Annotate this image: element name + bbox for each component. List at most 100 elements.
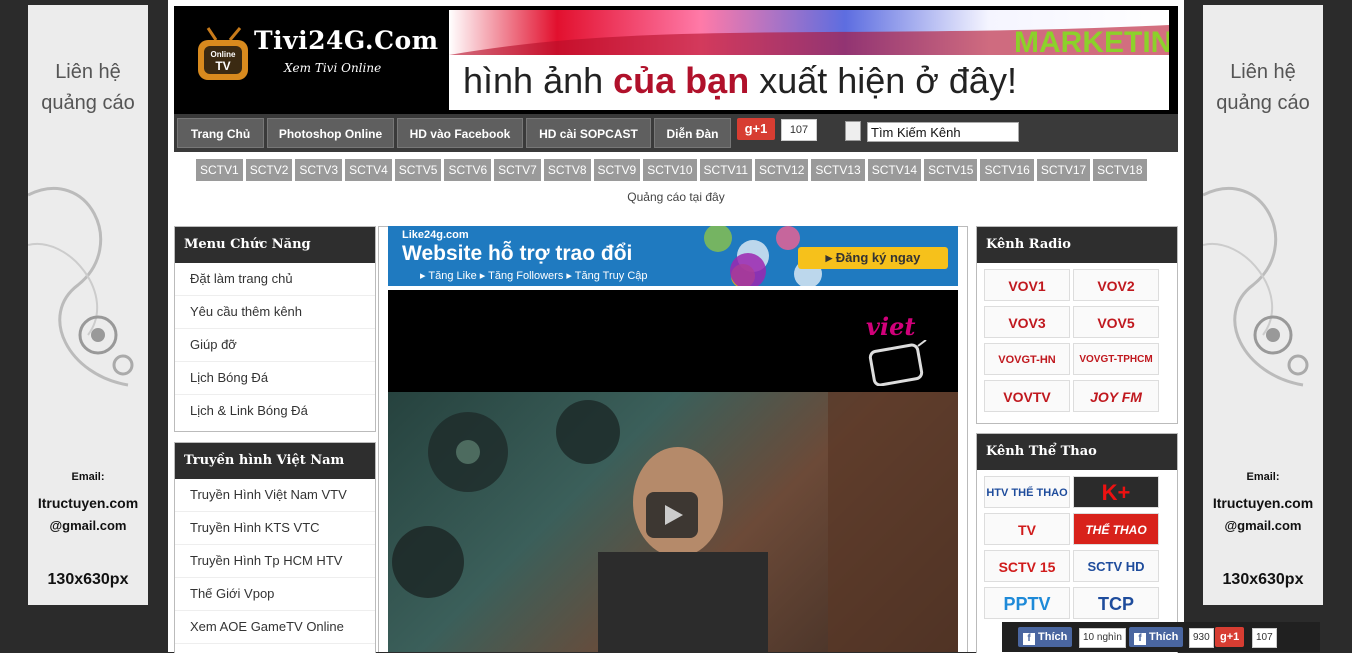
search-button[interactable] xyxy=(845,121,861,141)
email-label: Email: xyxy=(1246,471,1280,483)
channel-list: SCTV1 SCTV2 SCTV3 SCTV4 SCTV5 SCTV6 SCTV7 SCTV8… xyxy=(196,159,1150,183)
vietnam-tv-title: Truyền hình Việt Nam xyxy=(175,443,375,479)
sports-logo-sctvhd[interactable]: SCTV HD xyxy=(1073,550,1159,582)
sports-logo-pptv[interactable]: PPTV xyxy=(984,587,1070,619)
channel-link[interactable]: SCTV9 xyxy=(593,159,641,181)
right-side-ad[interactable]: Liên hệ quảng cáo Email: Itructuyen.com @… xyxy=(1203,5,1323,605)
channel-watermark: viet xyxy=(866,312,916,341)
channel-link[interactable]: SCTV6 xyxy=(444,159,492,181)
sports-logo-htv[interactable]: HTV THỂ THAO xyxy=(984,476,1070,508)
radio-logo-vovtv[interactable]: VOVTV xyxy=(984,380,1070,412)
menu-item-vtv[interactable]: Truyền Hình Việt Nam VTV xyxy=(175,479,375,512)
channel-link[interactable]: SCTV7 xyxy=(494,159,541,181)
radio-logo-vovgt-hn[interactable]: VOVGT-HN xyxy=(984,343,1070,375)
menu-item-football-links[interactable]: Lịch & Link Bóng Đá xyxy=(175,395,375,427)
function-menu-title: Menu Chức Năng xyxy=(175,227,375,263)
facebook-like-button[interactable]: f Thích xyxy=(1018,627,1073,647)
radio-logo-vov3[interactable]: VOV3 xyxy=(984,306,1070,338)
swirl-decoration xyxy=(1203,187,1309,387)
sports-logo-kplus[interactable]: K+ xyxy=(1073,476,1159,508)
facebook-like-count-2: 930 xyxy=(1189,628,1214,648)
channel-link[interactable]: SCTV12 xyxy=(755,159,809,181)
play-button[interactable] xyxy=(646,492,698,538)
gplus-count: 107 xyxy=(781,119,817,141)
nav-hd-sopcast[interactable]: HD cài SOPCAST xyxy=(526,118,651,148)
social-share-bar: f Thích 10 nghìn f Thích 930 g+1 107 xyxy=(1002,622,1320,652)
menu-item-help[interactable]: Giúp đỡ xyxy=(175,329,375,362)
nav-photoshop-online[interactable]: Photoshop Online xyxy=(267,118,394,148)
radio-logo-vov2[interactable]: VOV2 xyxy=(1073,269,1159,301)
facebook-like-count: 10 nghìn xyxy=(1079,628,1126,648)
nav-home[interactable]: Trang Chủ xyxy=(177,118,264,148)
channel-link[interactable]: SCTV16 xyxy=(980,159,1034,181)
facebook-icon: f xyxy=(1134,633,1146,645)
channel-link[interactable]: SCTV17 xyxy=(1036,159,1091,181)
banner-headline: hình ảnh của bạn xuất hiện ở đây! xyxy=(463,60,1017,101)
menu-item-football-schedule[interactable]: Lịch Bóng Đá xyxy=(175,362,375,395)
channel-link[interactable]: SCTV11 xyxy=(699,159,753,181)
contact-text: Liên hệ quảng cáo xyxy=(1216,61,1310,114)
gplus-share-button[interactable]: g+1 xyxy=(1215,627,1245,647)
channel-link[interactable]: SCTV13 xyxy=(811,159,865,181)
gplus-share-count: 107 xyxy=(1252,628,1277,648)
ad-size: 130x630px xyxy=(1222,571,1304,588)
channel-link[interactable]: SCTV10 xyxy=(643,159,697,181)
gplus-button[interactable]: g+1 xyxy=(737,118,775,140)
sports-logo-tcp[interactable]: TCP xyxy=(1073,587,1159,619)
menu-item-vtc[interactable]: Truyền Hình KTS VTC xyxy=(175,512,375,545)
email-line-1: Itructuyen.com xyxy=(1212,495,1314,511)
radio-logo-vov5[interactable]: VOV5 xyxy=(1073,306,1159,338)
channel-link[interactable]: SCTV4 xyxy=(345,159,392,181)
channel-link[interactable]: SCTV1 xyxy=(196,159,243,181)
sports-logo-thethao[interactable]: THỂ THAO xyxy=(1073,513,1159,545)
radio-logo-grid: VOV1 VOV2VOV3 VOV5VOVGT-HN VOVGT-TPHCMVOVTV… xyxy=(977,263,1177,415)
vietnam-tv-menu: Truyền hình Việt Nam Truyền Hình Việt Na… xyxy=(174,442,376,653)
channel-link[interactable]: SCTV5 xyxy=(394,159,442,181)
site-title[interactable]: Tivi24G.Com xyxy=(254,26,439,55)
menu-item-aoe-gametv[interactable]: Xem AOE GameTV Online xyxy=(175,611,375,644)
tv-watermark-icon xyxy=(868,340,927,386)
sports-logo-grid: HTV THỂ THAO K+TV THỂ THAOSCTV 15 SCTV HDPP… xyxy=(977,470,1177,622)
menu-item-set-homepage[interactable]: Đặt làm trang chủ xyxy=(175,263,375,296)
radio-logo-vov1[interactable]: VOV1 xyxy=(984,269,1070,301)
email-line-2: @gmail.com xyxy=(49,518,127,533)
facebook-icon: f xyxy=(1023,633,1035,645)
site-header: Online TV Tivi24G.Com Xem Tivi Online MA… xyxy=(174,6,1178,114)
channel-link[interactable]: SCTV8 xyxy=(543,159,591,181)
sports-logo-sctv15[interactable]: SCTV 15 xyxy=(984,550,1070,582)
banner-marketing-text: MARKETING xyxy=(1014,26,1169,59)
channel-link[interactable]: SCTV3 xyxy=(295,159,343,181)
promo-headline: Website hỗ trợ trao đổi xyxy=(402,242,633,265)
radio-channels: Kênh Radio VOV1 VOV2VOV3 VOV5VOVGT-HN VOVGT… xyxy=(976,226,1178,424)
video-player[interactable]: viet xyxy=(388,290,958,652)
promo-site: Like24g.com xyxy=(402,229,469,241)
ad-size: 130x630px xyxy=(47,571,129,588)
menu-item-htv[interactable]: Truyền Hình Tp HCM HTV xyxy=(175,545,375,578)
radio-logo-vovgt-tphcm[interactable]: VOVGT-TPHCM xyxy=(1073,343,1159,375)
site-subtitle: Xem Tivi Online xyxy=(284,61,382,75)
nav-hd-facebook[interactable]: HD vào Facebook xyxy=(397,118,523,148)
email-line-1: Itructuyen.com xyxy=(37,495,139,511)
register-now-button[interactable]: ▸ Đăng ký ngay xyxy=(798,247,948,269)
nav-forum[interactable]: Diễn Đàn xyxy=(654,118,731,148)
email-label: Email: xyxy=(71,471,105,483)
promo-features: ▸ Tăng Like ▸ Tăng Followers ▸ Tăng Truy… xyxy=(420,270,648,282)
sports-channels: Kênh Thể Thao HTV THỂ THAO K+TV THỂ THAOSC… xyxy=(976,433,1178,653)
radio-logo-joyfm[interactable]: JOY FM xyxy=(1073,380,1159,412)
menu-item-request-channel[interactable]: Yêu cầu thêm kênh xyxy=(175,296,375,329)
sports-logo-tv[interactable]: TV xyxy=(984,513,1070,545)
like24g-promo-ad[interactable]: Like24g.com Website hỗ trợ trao đổi ▸ Tă… xyxy=(388,226,958,286)
channel-link[interactable]: SCTV18 xyxy=(1093,159,1147,181)
ad-placeholder-text[interactable]: Quảng cáo tại đây xyxy=(168,190,1184,204)
menu-item-vpop[interactable]: Thế Giới Vpop xyxy=(175,578,375,611)
channel-link[interactable]: SCTV2 xyxy=(245,159,293,181)
channel-link[interactable]: SCTV14 xyxy=(867,159,922,181)
page-container: Online TV Tivi24G.Com Xem Tivi Online MA… xyxy=(168,0,1184,653)
main-nav: Trang Chủ Photoshop Online HD vào Facebo… xyxy=(174,114,1178,152)
header-banner-ad[interactable]: MARKETING hình ảnh của bạn xuất hiện ở đ… xyxy=(449,10,1169,110)
left-side-ad[interactable]: Liên hệ quảng cáo Email: Itructuyen.com @… xyxy=(28,5,148,605)
facebook-like-button-2[interactable]: f Thích xyxy=(1129,627,1184,647)
channel-link[interactable]: SCTV15 xyxy=(924,159,978,181)
tv-logo-icon[interactable]: Online TV xyxy=(196,26,252,86)
channel-search-input[interactable]: Tìm Kiếm Kênh xyxy=(867,122,1019,142)
